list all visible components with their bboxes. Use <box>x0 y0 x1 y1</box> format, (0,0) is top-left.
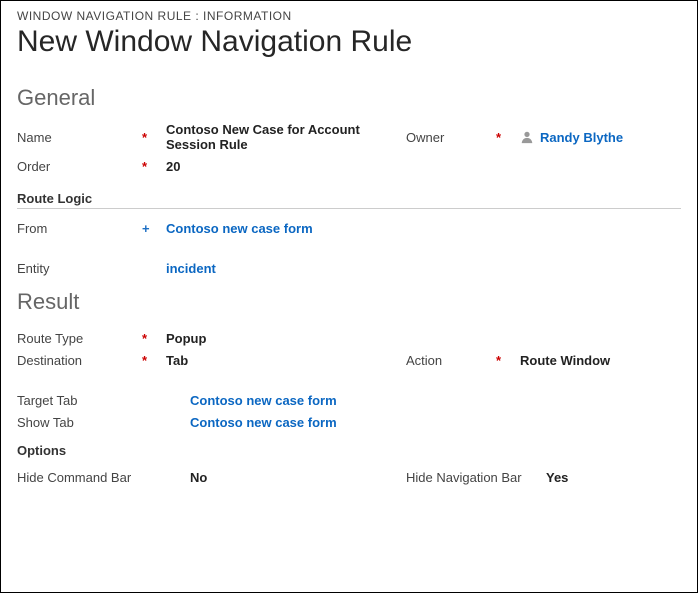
target-tab-link[interactable]: Contoso new case form <box>190 393 337 408</box>
page-title: New Window Navigation Rule <box>17 25 681 59</box>
hide-navigation-bar-label: Hide Navigation Bar <box>406 470 546 485</box>
route-type-value[interactable]: Popup <box>166 331 406 346</box>
from-link[interactable]: Contoso new case form <box>166 221 406 236</box>
section-general-heading: General <box>17 85 681 111</box>
row-target-tab: Target Tab Contoso new case form <box>17 389 681 411</box>
row-hide-bars: Hide Command Bar No Hide Navigation Bar … <box>17 466 681 488</box>
route-type-label: Route Type <box>17 331 142 346</box>
order-value[interactable]: 20 <box>166 159 406 174</box>
person-icon <box>520 130 534 144</box>
entity-label: Entity <box>17 261 142 276</box>
destination-label: Destination <box>17 353 142 368</box>
owner-label: Owner <box>406 130 496 145</box>
required-indicator: * <box>142 159 166 174</box>
entity-link[interactable]: incident <box>166 261 406 276</box>
row-show-tab: Show Tab Contoso new case form <box>17 411 681 433</box>
order-label: Order <box>17 159 142 174</box>
required-indicator: * <box>496 353 520 368</box>
row-order: Order * 20 <box>17 155 681 177</box>
from-label: From <box>17 221 142 236</box>
route-logic-heading: Route Logic <box>17 191 681 209</box>
hide-command-bar-value[interactable]: No <box>190 470 406 485</box>
options-heading: Options <box>17 443 681 458</box>
row-destination: Destination * Tab Action * Route Window <box>17 349 681 371</box>
recommended-indicator: + <box>142 221 166 236</box>
show-tab-label: Show Tab <box>17 415 142 430</box>
action-value[interactable]: Route Window <box>520 353 681 368</box>
name-value[interactable]: Contoso New Case for Account Session Rul… <box>166 122 406 152</box>
required-indicator: * <box>496 130 520 145</box>
name-label: Name <box>17 130 142 145</box>
required-indicator: * <box>142 130 166 145</box>
hide-command-bar-label: Hide Command Bar <box>17 470 166 485</box>
target-tab-label: Target Tab <box>17 393 142 408</box>
row-route-type: Route Type * Popup <box>17 327 681 349</box>
action-label: Action <box>406 353 496 368</box>
row-from: From + Contoso new case form <box>17 217 681 239</box>
row-entity: Entity incident <box>17 257 681 279</box>
required-indicator: * <box>142 353 166 368</box>
destination-value[interactable]: Tab <box>166 353 406 368</box>
row-name: Name * Contoso New Case for Account Sess… <box>17 119 681 155</box>
breadcrumb: WINDOW NAVIGATION RULE : INFORMATION <box>17 9 681 23</box>
required-indicator: * <box>142 331 166 346</box>
hide-navigation-bar-value[interactable]: Yes <box>546 470 681 485</box>
owner-link[interactable]: Randy Blythe <box>540 130 623 145</box>
section-result-heading: Result <box>17 289 681 315</box>
show-tab-link[interactable]: Contoso new case form <box>190 415 337 430</box>
